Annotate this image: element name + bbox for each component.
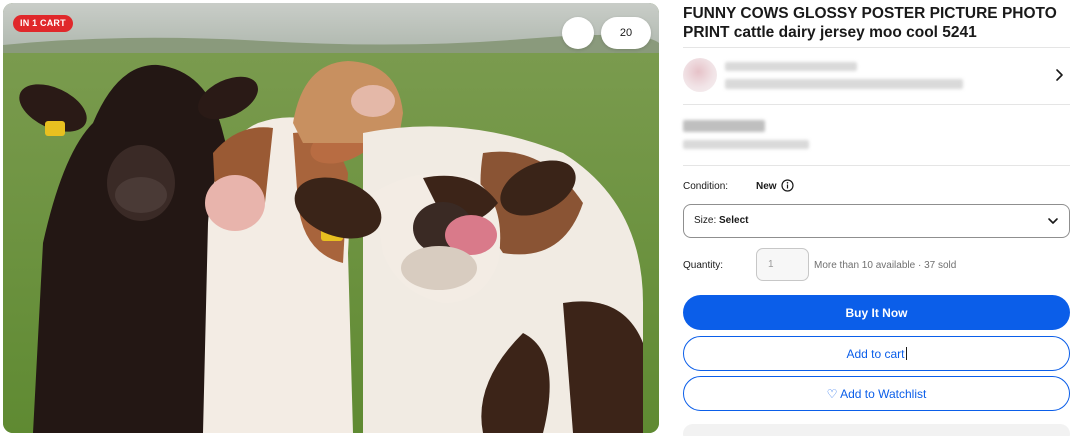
- add-to-cart-button[interactable]: Add to cart: [683, 336, 1070, 371]
- text-cursor: [905, 347, 907, 360]
- divider: [683, 47, 1070, 48]
- add-to-cart-label: Add to cart: [846, 346, 905, 361]
- chevron-right-icon: [1056, 69, 1063, 81]
- chevron-down-icon: [1048, 218, 1058, 224]
- size-select-value: Select: [719, 215, 749, 226]
- redacted-seller-name: [725, 62, 857, 71]
- add-to-watchlist-label: ♡ Add to Watchlist: [826, 386, 927, 401]
- size-select-label: Size:: [694, 215, 720, 226]
- seller-info-row[interactable]: [683, 55, 1070, 95]
- buy-it-now-label: Buy It Now: [845, 305, 908, 320]
- condition-label: Condition:: [683, 181, 729, 192]
- bottom-card: [683, 424, 1070, 436]
- quantity-label: Quantity:: [683, 260, 724, 271]
- product-image[interactable]: IN 1 CART 20: [3, 3, 659, 433]
- watchers-button[interactable]: 20: [601, 17, 651, 49]
- divider: [683, 165, 1070, 166]
- buy-it-now-button[interactable]: Buy It Now: [683, 295, 1070, 330]
- divider: [683, 104, 1070, 105]
- condition-value: New: [756, 181, 777, 192]
- in-cart-badge: IN 1 CART: [13, 15, 73, 32]
- cows-photo: [3, 3, 659, 433]
- info-icon[interactable]: [781, 179, 794, 192]
- add-to-watchlist-button[interactable]: ♡ Add to Watchlist: [683, 376, 1070, 411]
- quantity-input[interactable]: 1: [756, 248, 809, 281]
- redacted-seller-feedback: [725, 79, 963, 89]
- redacted-price: [683, 120, 765, 132]
- redacted-price-detail: [683, 140, 809, 149]
- expand-image-button[interactable]: [562, 17, 594, 49]
- seller-avatar: [683, 58, 717, 92]
- size-select[interactable]: Size: Select: [683, 204, 1070, 238]
- product-title: FUNNY COWS GLOSSY POSTER PICTURE PHOTO P…: [683, 5, 1057, 41]
- heart-icon: [601, 17, 659, 433]
- availability-text: More than 10 available · 37 sold: [814, 260, 957, 271]
